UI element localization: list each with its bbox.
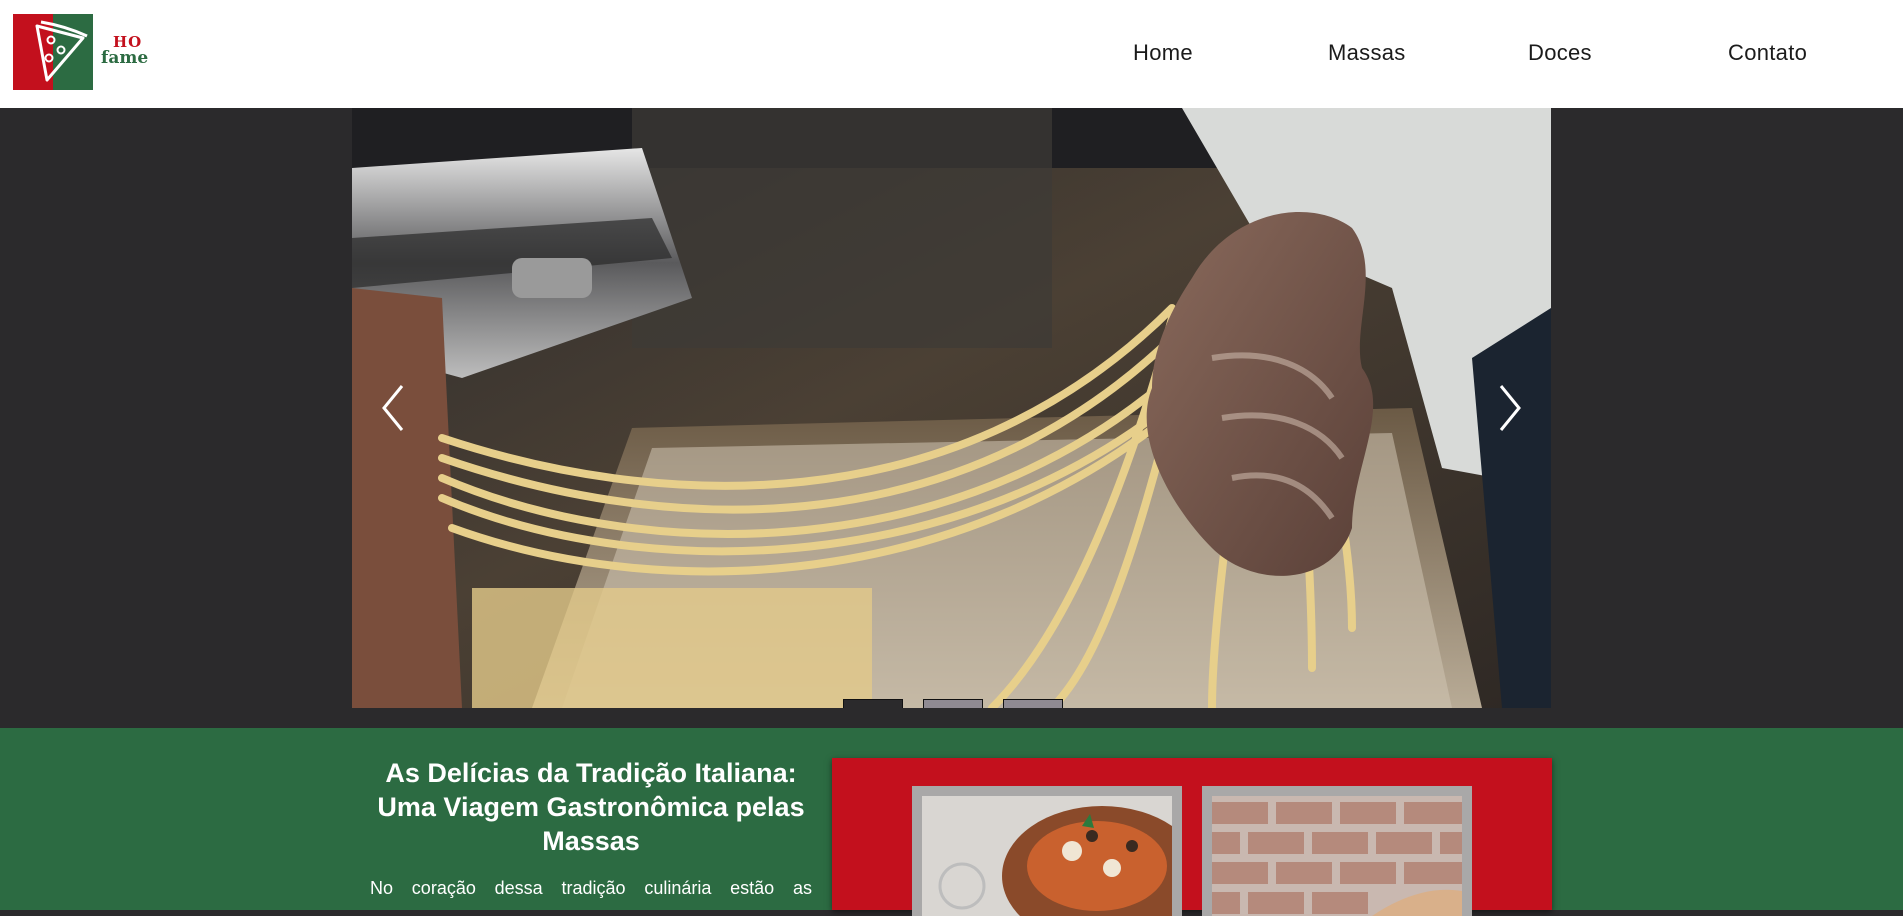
- intro-title: As Delícias da Tradição Italiana: Uma Vi…: [377, 758, 805, 856]
- chevron-right-icon: [1499, 385, 1521, 431]
- pizza-slice-icon: [35, 20, 88, 82]
- site-header: HO fame Home Massas Doces Contato: [0, 0, 1903, 108]
- pizza-calzone-photo: [922, 796, 1172, 916]
- carousel-band: [0, 108, 1903, 728]
- gallery-card[interactable]: [912, 786, 1182, 916]
- logo-line-2: fame: [101, 48, 149, 68]
- carousel-indicators: [843, 699, 1083, 708]
- fresh-pasta-hands-photo: [352, 108, 1551, 708]
- carousel-indicator-3[interactable]: [1003, 699, 1063, 708]
- brick-wall-photo: [1212, 796, 1462, 916]
- logo-wordmark: HO fame: [101, 34, 149, 68]
- chevron-left-icon: [382, 385, 404, 431]
- carousel-indicator-2[interactable]: [923, 699, 983, 708]
- hero-carousel: [352, 108, 1551, 708]
- carousel-prev-button[interactable]: [372, 378, 412, 438]
- nav-link-massas[interactable]: Massas: [1328, 40, 1406, 66]
- logo[interactable]: HO fame: [13, 14, 155, 90]
- dish-gallery: [832, 758, 1552, 916]
- nav-link-contato[interactable]: Contato: [1728, 40, 1807, 66]
- intro-paragraph: No coração dessa tradição culinária estã…: [370, 878, 812, 898]
- nav-link-doces[interactable]: Doces: [1528, 40, 1592, 66]
- nav-link-home[interactable]: Home: [1133, 40, 1193, 66]
- gallery-card[interactable]: [1202, 786, 1472, 916]
- intro-text-block: As Delícias da Tradição Italiana: Uma Vi…: [370, 756, 812, 900]
- intro-section: As Delícias da Tradição Italiana: Uma Vi…: [0, 728, 1903, 916]
- carousel-indicator-1[interactable]: [843, 699, 903, 708]
- carousel-next-button[interactable]: [1491, 378, 1531, 438]
